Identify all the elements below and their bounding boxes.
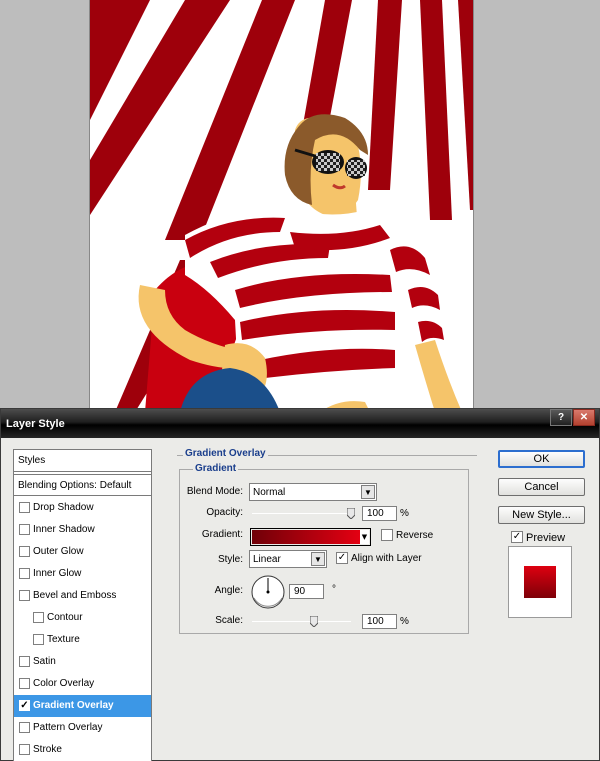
texture-checkbox[interactable] — [33, 634, 44, 645]
chevron-down-icon: ▼ — [361, 485, 375, 499]
style-item-inner-shadow[interactable]: Inner Shadow — [14, 519, 151, 541]
style-item-label: Inner Glow — [33, 568, 82, 579]
inner-glow-checkbox[interactable] — [19, 568, 30, 579]
opacity-label: Opacity: — [206, 507, 243, 518]
style-item-label: Contour — [47, 612, 83, 623]
bevel-emboss-checkbox[interactable] — [19, 590, 30, 601]
style-item-gradient-overlay[interactable]: ✓ Gradient Overlay — [14, 695, 151, 717]
blend-mode-select[interactable]: Normal ▼ — [249, 483, 377, 501]
close-icon[interactable]: ✕ — [573, 409, 595, 426]
preview-label: Preview — [526, 532, 566, 544]
chevron-down-icon[interactable]: ▼ — [360, 530, 369, 544]
angle-unit: ° — [332, 584, 336, 595]
illustration-artwork — [90, 0, 473, 412]
blending-options-item[interactable]: Blending Options: Default — [14, 474, 151, 496]
align-with-layer-label: Align with Layer — [351, 553, 422, 564]
scale-label: Scale: — [215, 615, 243, 626]
gradient-overlay-checkbox[interactable]: ✓ — [19, 700, 30, 711]
style-item-label: Bevel and Emboss — [33, 590, 117, 601]
dialog-titlebar[interactable]: Layer Style ? ✕ — [1, 409, 599, 438]
style-item-label: Texture — [47, 634, 80, 645]
style-item-label: Pattern Overlay — [33, 722, 103, 733]
style-item-bevel-emboss[interactable]: Bevel and Emboss — [14, 585, 151, 607]
style-item-pattern-overlay[interactable]: Pattern Overlay — [14, 717, 151, 739]
document-canvas — [89, 0, 474, 412]
opacity-input[interactable]: 100 — [362, 506, 397, 521]
angle-label: Angle: — [214, 585, 243, 596]
scale-slider-thumb[interactable] — [310, 616, 318, 627]
new-style-button[interactable]: New Style... — [498, 506, 585, 524]
style-value: Linear — [253, 554, 281, 565]
drop-shadow-checkbox[interactable] — [19, 502, 30, 513]
gradient-preview-swatch[interactable] — [252, 530, 360, 544]
reverse-label: Reverse — [396, 530, 434, 541]
blend-mode-label: Blend Mode: — [186, 486, 243, 497]
dialog-title: Layer Style — [6, 418, 65, 430]
preview-swatch — [524, 566, 556, 598]
inner-shadow-checkbox[interactable] — [19, 524, 30, 535]
style-item-contour[interactable]: Contour — [14, 607, 151, 629]
style-item-label: Stroke — [33, 744, 62, 755]
chevron-down-icon: ▼ — [311, 552, 325, 566]
styles-header[interactable]: Styles — [14, 450, 151, 472]
section-title: Gradient Overlay — [183, 448, 268, 459]
style-item-color-overlay[interactable]: Color Overlay — [14, 673, 151, 695]
style-item-outer-glow[interactable]: Outer Glow — [14, 541, 151, 563]
style-item-inner-glow[interactable]: Inner Glow — [14, 563, 151, 585]
style-item-stroke[interactable]: Stroke — [14, 739, 151, 761]
group-title: Gradient — [193, 463, 239, 474]
angle-input[interactable]: 90 — [289, 584, 324, 599]
preview-thumbnail — [508, 546, 572, 618]
style-item-satin[interactable]: Satin — [14, 651, 151, 673]
style-item-label: Color Overlay — [33, 678, 95, 689]
styles-header-label: Styles — [18, 455, 46, 466]
scale-slider[interactable] — [252, 621, 351, 622]
style-item-drop-shadow[interactable]: Drop Shadow — [14, 497, 151, 519]
help-icon[interactable]: ? — [550, 409, 572, 426]
scale-unit: % — [400, 616, 409, 627]
gradient-picker[interactable]: ▼ — [250, 528, 371, 546]
outer-glow-checkbox[interactable] — [19, 546, 30, 557]
opacity-slider-thumb[interactable] — [347, 508, 355, 519]
cancel-button[interactable]: Cancel — [498, 478, 585, 496]
gradient-label: Gradient: — [201, 529, 243, 540]
styles-list: Styles Blending Options: Default Drop Sh… — [13, 449, 152, 761]
scale-input[interactable]: 100 — [362, 614, 397, 629]
stroke-checkbox[interactable] — [19, 744, 30, 755]
pattern-overlay-checkbox[interactable] — [19, 722, 30, 733]
align-with-layer-checkbox[interactable]: ✓ — [336, 552, 348, 564]
style-item-label: Gradient Overlay — [33, 700, 114, 711]
style-select[interactable]: Linear ▼ — [249, 550, 327, 568]
satin-checkbox[interactable] — [19, 656, 30, 667]
blending-options-label: Blending Options: Default — [18, 480, 132, 491]
ok-button[interactable]: OK — [498, 450, 585, 468]
style-item-texture[interactable]: Texture — [14, 629, 151, 651]
color-overlay-checkbox[interactable] — [19, 678, 30, 689]
style-item-label: Inner Shadow — [33, 524, 95, 535]
preview-checkbox[interactable]: ✓ — [511, 531, 523, 543]
style-item-label: Outer Glow — [33, 546, 84, 557]
layer-style-dialog: Layer Style ? ✕ Styles Blending Options:… — [0, 408, 600, 761]
blend-mode-value: Normal — [253, 487, 286, 498]
style-item-label: Drop Shadow — [33, 502, 94, 513]
reverse-checkbox[interactable] — [381, 529, 393, 541]
style-label: Style: — [217, 554, 243, 565]
style-item-label: Satin — [33, 656, 56, 667]
contour-checkbox[interactable] — [33, 612, 44, 623]
angle-dial[interactable] — [250, 574, 286, 610]
opacity-unit: % — [400, 508, 409, 519]
opacity-slider[interactable] — [252, 513, 355, 514]
